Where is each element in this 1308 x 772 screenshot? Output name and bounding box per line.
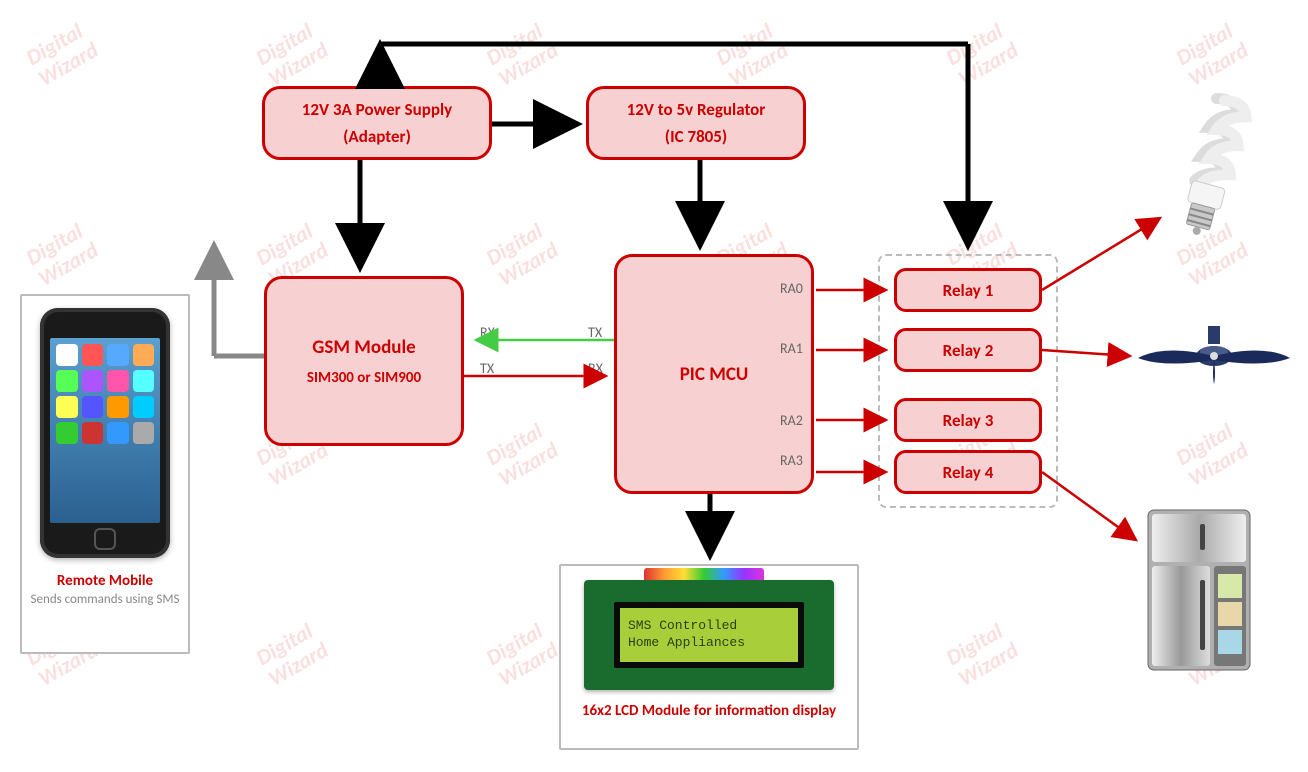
regulator-title: 12V to 5v Regulator [627,99,766,120]
pin-ra1: RA1 [780,340,803,357]
antenna-icon [194,240,264,356]
watermark: DigitalWizard [22,217,102,291]
pin-ra0: RA0 [780,280,803,297]
regulator-block: 12V to 5v Regulator (IC 7805) [586,86,806,160]
watermark: DigitalWizard [252,17,332,91]
cfl-bulb-icon [1168,90,1258,250]
remote-mobile-box: Remote Mobile Sends commands using SMS [20,294,190,654]
watermark: DigitalWizard [942,17,1022,91]
gsm-module-block: GSM Module SIM300 or SIM900 [264,276,464,446]
relay-3: Relay 3 [894,398,1042,442]
mcu-rx-label: RX [588,360,603,377]
gsm-title: GSM Module [312,336,415,359]
watermark: DigitalWizard [1172,417,1252,491]
power-supply-block: 12V 3A Power Supply (Adapter) [262,86,492,160]
watermark: DigitalWizard [942,617,1022,691]
power-supply-sub: (Adapter) [343,126,411,147]
watermark: DigitalWizard [482,417,562,491]
lcd-line2: Home Appliances [628,635,798,652]
mobile-title: Remote Mobile [57,572,153,590]
watermark: DigitalWizard [22,17,102,91]
lcd-caption: 16x2 LCD Module for information display [582,702,836,720]
watermark: DigitalWizard [482,617,562,691]
gsm-tx-label: TX [480,360,494,377]
mcu-tx-label: TX [588,324,602,341]
mcu-title: PIC MCU [680,363,749,386]
watermark: DigitalWizard [1172,17,1252,91]
pin-ra3: RA3 [780,452,803,469]
watermark: DigitalWizard [482,17,562,91]
gsm-sub: SIM300 or SIM900 [307,369,421,387]
watermark: DigitalWizard [482,217,562,291]
lcd-screen: SMS Controlled Home Appliances [614,602,804,668]
mobile-sub: Sends commands using SMS [31,592,180,609]
ceiling-fan-icon [1134,326,1284,386]
relay-2: Relay 2 [894,328,1042,372]
lcd-cable-icon [644,568,764,580]
pin-ra2: RA2 [780,412,803,429]
phone-home-button [94,528,116,550]
relay-4: Relay 4 [894,450,1042,494]
phone-screen [50,338,160,523]
regulator-sub: (IC 7805) [665,126,727,147]
watermark: DigitalWizard [252,617,332,691]
watermark: DigitalWizard [712,17,792,91]
fridge-icon [1144,506,1254,676]
lcd-module-icon: SMS Controlled Home Appliances [584,580,834,690]
gsm-rx-label: RX [480,324,495,341]
power-supply-title: 12V 3A Power Supply [302,99,452,120]
lcd-line1: SMS Controlled [628,618,798,635]
relay-1: Relay 1 [894,268,1042,312]
phone-icon [40,308,170,558]
lcd-box: SMS Controlled Home Appliances 16x2 LCD … [559,564,859,750]
